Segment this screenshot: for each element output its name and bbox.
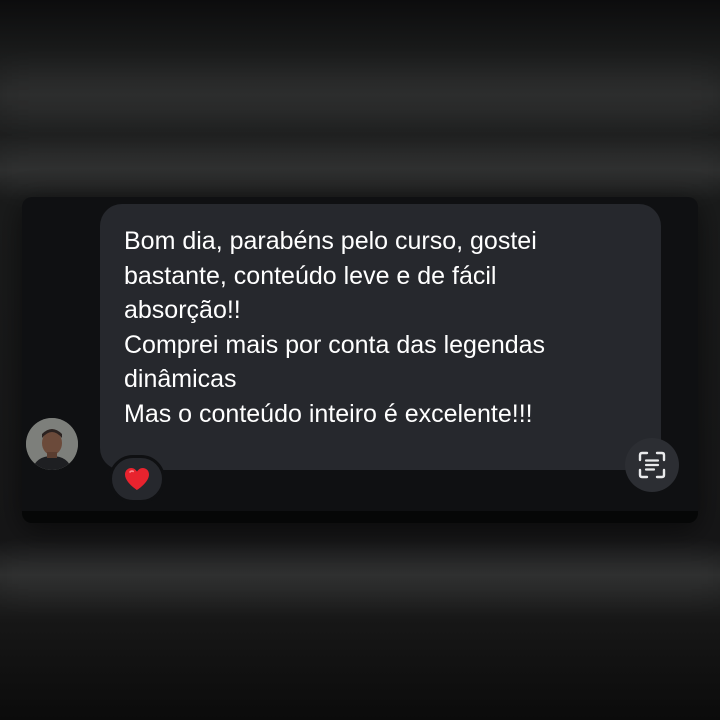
message-line: Comprei mais por conta das legendas — [124, 330, 546, 359]
message-line: Bom dia, parabéns pelo curso, gostei — [124, 227, 537, 255]
message-line: absorção!! — [124, 296, 241, 325]
background-blur-band — [0, 555, 720, 595]
avatar[interactable] — [26, 418, 78, 470]
message-bubble[interactable]: Bom dia, parabéns pelo curso, gostei bas… — [100, 204, 661, 470]
message-line: bastante, conteúdo leve e de fácil — [124, 261, 497, 290]
background-blur-band — [0, 70, 720, 120]
background-blur-band — [0, 150, 720, 190]
heart-icon — [125, 468, 149, 490]
avatar-photo — [26, 418, 78, 470]
text-scan-button[interactable] — [625, 438, 679, 492]
chat-panel-footer — [22, 511, 698, 523]
heart-reaction-badge[interactable] — [109, 455, 165, 503]
message-line: Mas o conteúdo inteiro é excelente!!! — [124, 399, 533, 428]
screenshot-stage: Bom dia, parabéns pelo curso, gostei bas… — [0, 0, 720, 720]
message-line: dinâmicas — [124, 365, 237, 394]
text-scan-icon — [638, 451, 666, 479]
